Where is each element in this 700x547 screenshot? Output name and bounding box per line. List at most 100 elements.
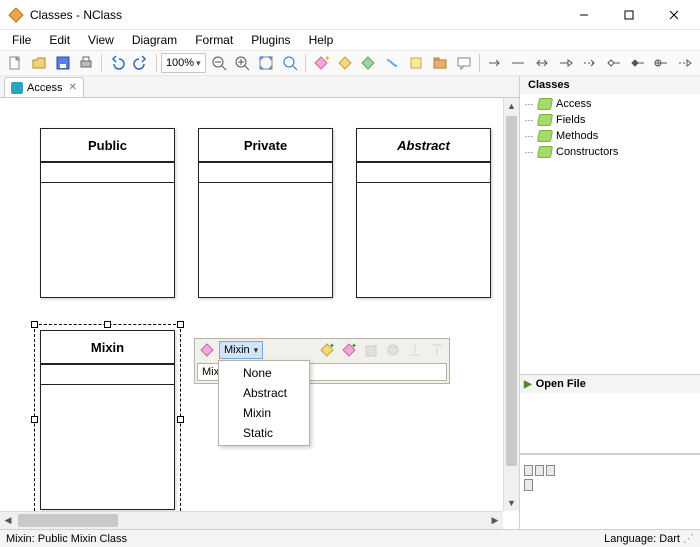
move-up-button[interactable] (405, 340, 425, 360)
tree-node[interactable]: ⋯ Methods (524, 128, 696, 144)
close-icon[interactable]: ✕ (68, 82, 76, 93)
new-struct-button[interactable] (334, 52, 356, 74)
print-button[interactable] (75, 52, 97, 74)
note-button[interactable] (405, 52, 427, 74)
document-tabs: Access ✕ (0, 76, 519, 98)
comment-button[interactable] (453, 52, 475, 74)
main-area: Access ✕ Public Private Abstract Mixin (0, 76, 700, 529)
class-icon (537, 130, 553, 142)
auto-zoom-button[interactable] (255, 52, 277, 74)
menu-view[interactable]: View (80, 31, 122, 49)
panel-header-classes[interactable]: Classes (520, 76, 700, 94)
zoom-combo[interactable]: 100% ▾ (161, 53, 206, 73)
toolbar-separator (101, 54, 102, 72)
menu-diagram[interactable]: Diagram (124, 31, 185, 49)
link-nested-button[interactable] (650, 52, 672, 74)
resize-handle-w[interactable] (31, 416, 38, 423)
dropdown-item-mixin[interactable]: Mixin (219, 403, 309, 423)
minimize-button[interactable] (561, 0, 606, 30)
link-inherit-button[interactable] (555, 52, 577, 74)
svg-text:✦: ✦ (324, 55, 329, 63)
resize-grip-icon[interactable]: ⋰ (680, 532, 694, 545)
move-down-button[interactable] (427, 340, 447, 360)
link-bidir-button[interactable] (531, 52, 553, 74)
new-interface-button[interactable] (358, 52, 380, 74)
tree-twisty-icon[interactable]: ⋯ (524, 99, 534, 110)
panel-header-open-file[interactable]: ▶ Open File (520, 375, 700, 393)
class-title: Public (41, 129, 174, 163)
tree-twisty-icon[interactable]: ⋯ (524, 147, 534, 158)
resize-handle-ne[interactable] (177, 321, 184, 328)
new-button[interactable] (4, 52, 26, 74)
visibility-button[interactable] (197, 340, 217, 360)
toolbar: 100% ▾ ✦ (0, 50, 700, 76)
link-line-button[interactable] (508, 52, 530, 74)
chevron-down-icon: ▾ (196, 58, 201, 69)
menu-help[interactable]: Help (301, 31, 342, 49)
association-button[interactable] (381, 52, 403, 74)
diagram-canvas[interactable]: Public Private Abstract Mixin (0, 98, 519, 529)
zoom-in-button[interactable] (231, 52, 253, 74)
modifier-dropdown: None Abstract Mixin Static (218, 360, 310, 446)
add-method-button[interactable]: ✦ (317, 340, 337, 360)
resize-handle-e[interactable] (177, 416, 184, 423)
class-section-divider (357, 163, 490, 183)
delete-member-button[interactable] (361, 340, 381, 360)
scroll-right-icon[interactable]: ▶ (487, 512, 503, 529)
undo-button[interactable] (106, 52, 128, 74)
tab-label: Access (27, 82, 62, 94)
zoom-fit-button[interactable] (279, 52, 301, 74)
tree-node[interactable]: ⋯ Fields (524, 112, 696, 128)
class-box-public[interactable]: Public (40, 128, 175, 298)
add-field-button[interactable]: ✦ (339, 340, 359, 360)
tree-node[interactable]: ⋯ Access (524, 96, 696, 112)
panel-title: Classes (528, 79, 570, 91)
menu-format[interactable]: Format (187, 31, 241, 49)
new-class-button[interactable]: ✦ (310, 52, 332, 74)
zoom-out-button[interactable] (208, 52, 230, 74)
open-button[interactable] (28, 52, 50, 74)
save-button[interactable] (52, 52, 74, 74)
horizontal-scrollbar[interactable]: ◀ ▶ (0, 511, 503, 529)
toolbar-separator (479, 54, 480, 72)
combo-label: Mixin (224, 344, 250, 356)
link-realize-button[interactable] (674, 52, 696, 74)
scroll-left-icon[interactable]: ◀ (0, 512, 16, 529)
package-button[interactable] (429, 52, 451, 74)
class-box-abstract[interactable]: Abstract (356, 128, 491, 298)
link-dashed-button[interactable] (579, 52, 601, 74)
member-settings-button[interactable] (383, 340, 403, 360)
class-box-mixin[interactable]: Mixin (40, 330, 175, 510)
minimap[interactable] (520, 454, 700, 529)
dropdown-item-static[interactable]: Static (219, 423, 309, 443)
redo-button[interactable] (130, 52, 152, 74)
link-aggregate-button[interactable] (603, 52, 625, 74)
scroll-up-icon[interactable]: ▲ (504, 98, 519, 114)
tree-twisty-icon[interactable]: ⋯ (524, 131, 534, 142)
class-box-private[interactable]: Private (198, 128, 333, 298)
vertical-scrollbar[interactable]: ▲ ▼ (503, 98, 519, 511)
dropdown-item-none[interactable]: None (219, 363, 309, 383)
tab-access[interactable]: Access ✕ (4, 77, 84, 97)
modifier-combo[interactable]: Mixin ▾ (219, 341, 263, 359)
menu-file[interactable]: File (4, 31, 39, 49)
class-section-divider (199, 163, 332, 183)
menu-plugins[interactable]: Plugins (243, 31, 298, 49)
resize-handle-n[interactable] (104, 321, 111, 328)
tree-node[interactable]: ⋯ Constructors (524, 144, 696, 160)
zoom-value: 100% (166, 57, 194, 69)
close-button[interactable] (651, 0, 696, 30)
class-icon (537, 114, 553, 126)
scroll-thumb[interactable] (506, 116, 517, 466)
dropdown-item-abstract[interactable]: Abstract (219, 383, 309, 403)
link-arrow-button[interactable] (484, 52, 506, 74)
maximize-button[interactable] (606, 0, 651, 30)
resize-handle-nw[interactable] (31, 321, 38, 328)
scroll-thumb[interactable] (18, 514, 118, 527)
tree-twisty-icon[interactable]: ⋯ (524, 115, 534, 126)
class-title: Abstract (357, 129, 490, 163)
classes-panel: Classes ⋯ Access ⋯ Fields ⋯ Methods (520, 76, 700, 375)
menu-edit[interactable]: Edit (41, 31, 78, 49)
link-compose-button[interactable] (627, 52, 649, 74)
scroll-down-icon[interactable]: ▼ (504, 495, 519, 511)
